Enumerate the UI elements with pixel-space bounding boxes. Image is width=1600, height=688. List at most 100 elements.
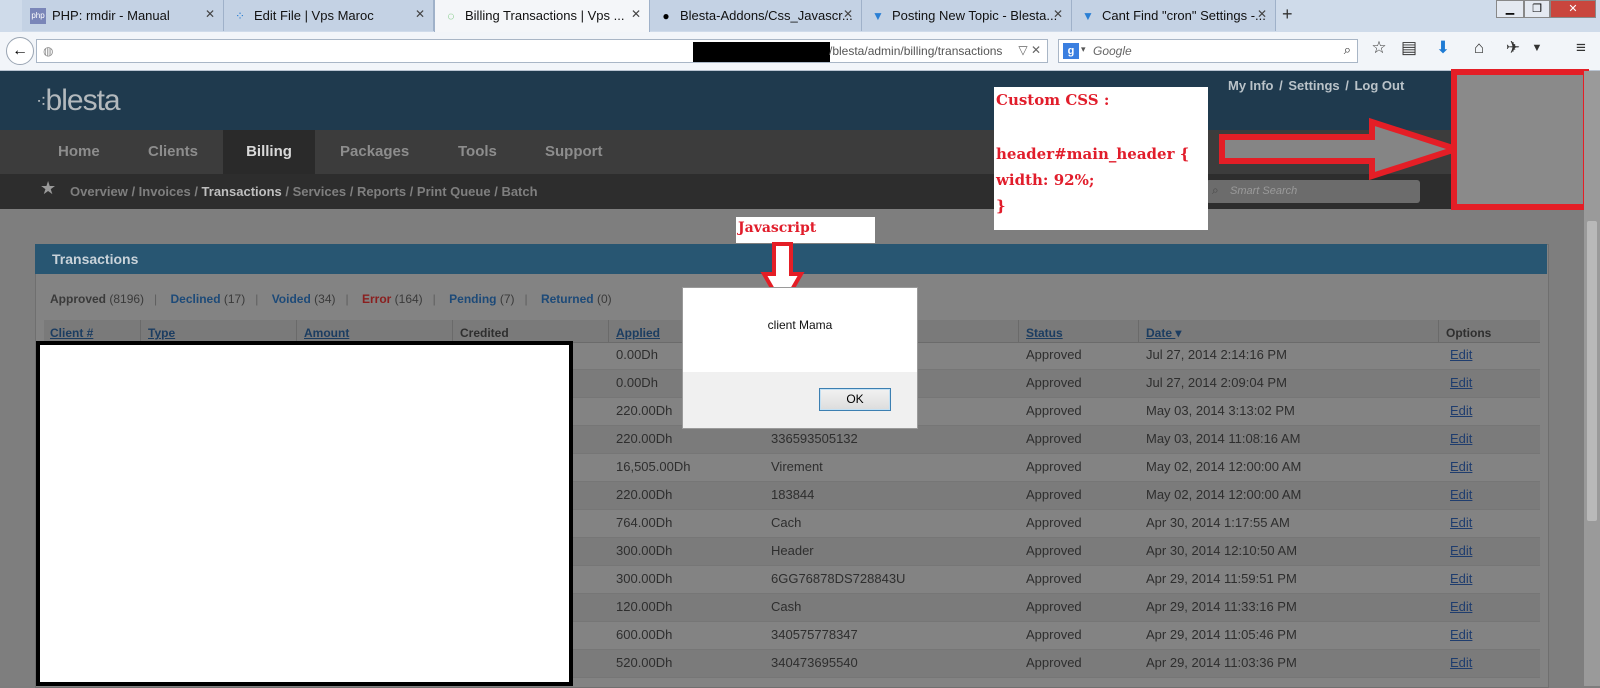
search-placeholder: Google: [1093, 44, 1132, 58]
filter-approved[interactable]: Approved (8196): [50, 292, 144, 306]
star-icon[interactable]: ★: [40, 178, 56, 199]
column-status[interactable]: Status: [1026, 326, 1063, 340]
nav-billing[interactable]: Billing: [223, 130, 315, 174]
bookmark-star-icon[interactable]: ☆: [1368, 38, 1390, 58]
browser-tab-active[interactable]: ◌ Billing Transactions | Vps ... ✕: [434, 0, 650, 32]
column-amount[interactable]: Amount: [304, 326, 349, 340]
tab-label: Billing Transactions | Vps ...: [465, 8, 625, 23]
edit-link[interactable]: Edit: [1450, 655, 1472, 670]
dropdown-icon[interactable]: ▽: [1018, 43, 1027, 57]
reference-cell: 6GG76878DS728843U: [771, 571, 906, 586]
subnav-overview[interactable]: Overview: [70, 184, 128, 199]
tab-label: Blesta-Addons/Css_Javascr...: [680, 8, 853, 23]
edit-link[interactable]: Edit: [1450, 571, 1472, 586]
status-cell: Approved: [1026, 487, 1082, 502]
date-cell: Apr 30, 2014 12:10:50 AM: [1146, 543, 1298, 558]
chevron-down-icon[interactable]: ▾: [1081, 44, 1086, 55]
subnav-transactions[interactable]: Transactions: [202, 184, 282, 199]
browser-tab-bar: php PHP: rmdir - Manual ✕ ⁘ Edit File | …: [0, 0, 1600, 32]
subnav-print-queue[interactable]: Print Queue: [417, 184, 491, 199]
tab-label: Edit File | Vps Maroc: [254, 8, 374, 23]
column-date[interactable]: Date ▾: [1146, 326, 1181, 340]
column-client[interactable]: Client #: [50, 326, 93, 340]
ok-button[interactable]: OK: [819, 388, 891, 411]
back-button[interactable]: ←: [6, 37, 34, 65]
browser-tab[interactable]: ⁘ Edit File | Vps Maroc ✕: [224, 0, 434, 31]
edit-link[interactable]: Edit: [1450, 487, 1472, 502]
scrollbar-thumb[interactable]: [1587, 221, 1597, 521]
subnav-invoices[interactable]: Invoices: [139, 184, 191, 199]
smart-search-input[interactable]: ⌕ Smart Search: [1206, 180, 1420, 203]
browser-tab[interactable]: ▼ Posting New Topic - Blesta... ✕: [862, 0, 1072, 31]
tab-label: Posting New Topic - Blesta...: [892, 8, 1058, 23]
filter-returned[interactable]: Returned (0): [541, 292, 612, 306]
close-icon[interactable]: ✕: [415, 7, 425, 21]
address-bar[interactable]: ◍ /blesta/admin/billing/transactions ▽ ✕: [36, 39, 1048, 63]
nav-home[interactable]: Home: [36, 130, 122, 174]
nav-tools[interactable]: Tools: [436, 130, 519, 174]
close-window-button[interactable]: ✕: [1550, 0, 1596, 18]
minimize-button[interactable]: ▁: [1496, 0, 1524, 18]
restore-button[interactable]: ❐: [1524, 0, 1550, 18]
account-links: My Info / Settings / Log Out: [1228, 78, 1405, 93]
edit-link[interactable]: Edit: [1450, 515, 1472, 530]
edit-link[interactable]: Edit: [1450, 431, 1472, 446]
applied-cell: 300.00Dh: [616, 571, 673, 586]
nav-packages[interactable]: Packages: [318, 130, 431, 174]
browser-tab[interactable]: ● Blesta-Addons/Css_Javascr... ✕: [650, 0, 862, 31]
home-icon[interactable]: ⌂: [1468, 38, 1490, 58]
globe-icon: ◍: [43, 44, 54, 58]
status-cell: Approved: [1026, 543, 1082, 558]
status-cell: Approved: [1026, 347, 1082, 362]
filter-error[interactable]: Error (164): [362, 292, 423, 306]
edit-link[interactable]: Edit: [1450, 375, 1472, 390]
close-icon[interactable]: ✕: [843, 7, 853, 21]
edit-link[interactable]: Edit: [1450, 627, 1472, 642]
new-tab-button[interactable]: +: [1282, 4, 1293, 25]
filter-pending[interactable]: Pending (7): [449, 292, 514, 306]
edit-link[interactable]: Edit: [1450, 599, 1472, 614]
alert-message: client Mama: [767, 318, 833, 332]
stop-icon[interactable]: ✕: [1031, 43, 1041, 57]
my-info-link[interactable]: My Info: [1228, 78, 1274, 93]
subnav-batch[interactable]: Batch: [501, 184, 537, 199]
browser-tab[interactable]: ▼ Cant Find "cron" Settings -... ✕: [1072, 0, 1276, 31]
settings-link[interactable]: Settings: [1288, 78, 1339, 93]
browser-tab[interactable]: php PHP: rmdir - Manual ✕: [22, 0, 224, 31]
close-icon[interactable]: ✕: [1053, 7, 1063, 21]
blesta-logo[interactable]: ⁖blesta: [36, 84, 121, 118]
column-options: Options: [1446, 326, 1492, 340]
column-type[interactable]: Type: [148, 326, 175, 340]
download-icon[interactable]: ⬇: [1432, 38, 1454, 58]
applied-cell: 0.00Dh: [616, 347, 658, 362]
search-icon[interactable]: ⌕: [1344, 42, 1351, 58]
annotation-line: header#main_header {: [996, 145, 1190, 163]
edit-link[interactable]: Edit: [1450, 543, 1472, 558]
menu-icon[interactable]: ≡: [1570, 38, 1592, 58]
page-scrollbar[interactable]: [1584, 71, 1600, 686]
filter-declined[interactable]: Declined (17): [171, 292, 246, 306]
filter-voided[interactable]: Voided (34): [272, 292, 336, 306]
log-out-link[interactable]: Log Out: [1354, 78, 1404, 93]
close-icon[interactable]: ✕: [631, 7, 641, 21]
search-bar[interactable]: g ▾ Google ⌕: [1058, 39, 1358, 63]
nav-clients[interactable]: Clients: [126, 130, 220, 174]
edit-link[interactable]: Edit: [1450, 403, 1472, 418]
date-cell: May 03, 2014 11:08:16 AM: [1146, 431, 1301, 446]
chevron-down-icon[interactable]: ▼: [1526, 42, 1548, 54]
subnav-reports[interactable]: Reports: [357, 184, 406, 199]
reading-list-icon[interactable]: ▤: [1398, 38, 1420, 58]
column-applied[interactable]: Applied: [616, 326, 660, 340]
status-filters: Approved (8196) | Declined (17) | Voided (…: [50, 292, 612, 306]
blesta-forum-icon: ▼: [872, 9, 884, 23]
close-icon[interactable]: ✕: [205, 7, 215, 21]
annotation-line: width: 92%;: [996, 171, 1095, 189]
edit-link[interactable]: Edit: [1450, 347, 1472, 362]
annotation-line: }: [996, 197, 1006, 215]
edit-link[interactable]: Edit: [1450, 459, 1472, 474]
nav-support[interactable]: Support: [523, 130, 625, 174]
close-icon[interactable]: ✕: [1257, 7, 1267, 21]
subnav-services[interactable]: Services: [293, 184, 347, 199]
reference-cell: 340575778347: [771, 627, 858, 642]
addon-icon[interactable]: ✈: [1502, 38, 1524, 58]
